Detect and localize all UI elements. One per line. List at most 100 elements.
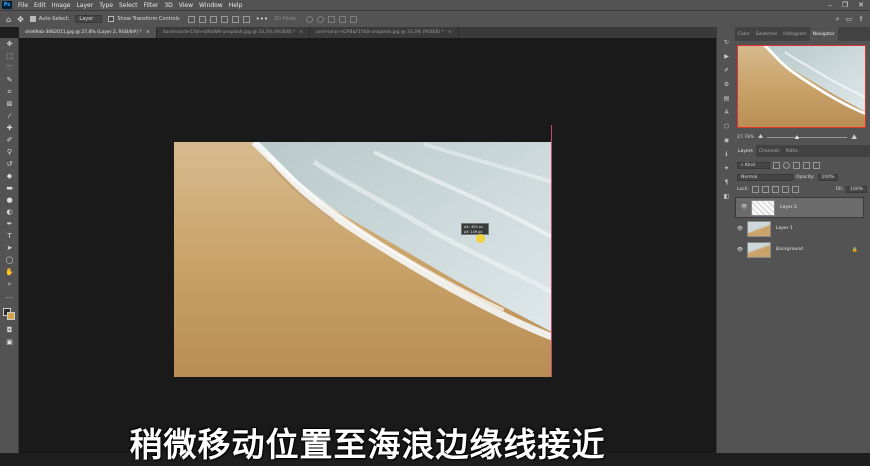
more-options-icon[interactable]: •••: [256, 15, 268, 23]
menu-help[interactable]: Help: [226, 2, 246, 9]
tab-close-icon[interactable]: ×: [448, 30, 452, 35]
layer-name[interactable]: Background: [776, 247, 803, 252]
auto-select-target-dropdown[interactable]: Layer: [75, 15, 103, 23]
canvas-area[interactable]: ΔX: 405 px ΔY: 149 px 稍微移动位置至海浪边缘线接近: [19, 38, 716, 464]
align-right-icon[interactable]: [242, 15, 250, 23]
layer-kind-filter[interactable]: ⌕ Kind: [737, 161, 770, 169]
visibility-eye-icon[interactable]: 👁: [735, 226, 745, 232]
move-tool-icon[interactable]: ✥: [5, 40, 14, 49]
3d-slide-icon[interactable]: [338, 15, 346, 23]
quick-select-tool-icon[interactable]: ✎: [5, 76, 14, 85]
lock-artboard-icon[interactable]: [781, 185, 789, 193]
lasso-tool-icon[interactable]: ➰: [5, 64, 14, 73]
filter-adjust-icon[interactable]: [782, 161, 790, 169]
brush-settings-icon[interactable]: ✐: [723, 67, 730, 74]
share-icon[interactable]: ⇪: [858, 15, 864, 24]
navigator-view-box[interactable]: [737, 45, 866, 128]
visibility-eye-icon[interactable]: 👁: [735, 247, 745, 253]
history-brush-icon[interactable]: ↺: [5, 160, 14, 169]
shape-tool-icon[interactable]: ◯: [5, 256, 14, 265]
crop-tool-icon[interactable]: ⌗: [5, 88, 14, 97]
menu-layer[interactable]: Layer: [73, 2, 96, 9]
home-icon[interactable]: ⌂: [6, 15, 11, 24]
menu-file[interactable]: File: [15, 2, 31, 9]
align-bottom-icon[interactable]: [209, 15, 217, 23]
brush-tool-icon[interactable]: ✐: [5, 136, 14, 145]
visibility-eye-icon[interactable]: 👁: [739, 204, 749, 211]
screen-mode-icon[interactable]: ▣: [5, 338, 14, 347]
3d-rotate-icon[interactable]: [305, 15, 313, 23]
zoom-in-icon[interactable]: ⛰: [851, 133, 857, 142]
zoom-value[interactable]: 27.78%: [737, 135, 754, 140]
layer-row-layer-1[interactable]: 👁 Layer 1: [735, 218, 864, 239]
dodge-tool-icon[interactable]: ◐: [5, 208, 14, 217]
fill-field[interactable]: 100%: [846, 185, 867, 193]
hand-tool-icon[interactable]: ✋: [5, 268, 14, 277]
search-icon[interactable]: ⌕: [836, 15, 840, 24]
filter-shape-icon[interactable]: [802, 161, 810, 169]
pen-tool-icon[interactable]: ✒: [5, 220, 14, 229]
info-icon[interactable]: ℹ: [723, 151, 730, 158]
tab-close-icon[interactable]: ×: [146, 30, 150, 35]
eraser-tool-icon[interactable]: ◆: [5, 172, 14, 181]
filter-type-icon[interactable]: [792, 161, 800, 169]
lock-transparency-icon[interactable]: [751, 185, 759, 193]
menu-type[interactable]: Type: [96, 2, 116, 9]
zoom-slider-handle[interactable]: [795, 134, 800, 139]
layer-name[interactable]: Layer 2: [780, 204, 797, 211]
tab-layers[interactable]: Layers: [735, 145, 756, 157]
lock-position-icon[interactable]: [771, 185, 779, 193]
align-top-icon[interactable]: [187, 15, 195, 23]
tab-close-icon[interactable]: ×: [299, 30, 303, 35]
opacity-field[interactable]: 100%: [817, 173, 839, 181]
blend-mode-dropdown[interactable]: Normal: [737, 173, 793, 181]
paragraph-icon[interactable]: ¶: [723, 179, 730, 186]
menu-image[interactable]: Image: [49, 2, 74, 9]
align-middle-icon[interactable]: [198, 15, 206, 23]
menu-3d[interactable]: 3D: [161, 2, 175, 9]
zoom-slider[interactable]: [767, 134, 848, 139]
clone-stamp-icon[interactable]: ⚲: [5, 148, 14, 157]
move-tool-icon[interactable]: ✥: [17, 15, 24, 24]
transform-controls-checkbox[interactable]: [108, 16, 115, 22]
menu-window[interactable]: Window: [196, 2, 226, 9]
auto-select-checkbox[interactable]: [29, 16, 36, 22]
zoom-tool-icon[interactable]: ⌕: [5, 280, 14, 289]
layer-row-layer-2[interactable]: 👁 Layer 2: [735, 197, 864, 218]
tab-jonh-tanyr-jpg[interactable]: jonh-tanyr-xGPBqF1Yb0-unsplash.jpg @ 33,…: [310, 27, 459, 38]
3d-scale-icon[interactable]: [349, 15, 357, 23]
minimize-button[interactable]: –: [828, 1, 832, 9]
tab-paths[interactable]: Paths: [783, 145, 801, 157]
zoom-out-icon[interactable]: ⛰: [758, 133, 763, 141]
quick-mask-icon[interactable]: ◘: [5, 326, 14, 335]
blur-tool-icon[interactable]: ●: [5, 196, 14, 205]
path-select-icon[interactable]: ➤: [5, 244, 14, 253]
align-center-icon[interactable]: [231, 15, 239, 23]
menu-filter[interactable]: Filter: [141, 2, 162, 9]
filter-pixel-icon[interactable]: [772, 161, 780, 169]
tab-navigator[interactable]: Navigator: [809, 27, 838, 41]
align-left-icon[interactable]: [220, 15, 228, 23]
transform-controls-option[interactable]: Show Transform Controls: [108, 16, 180, 22]
tab-swatches[interactable]: Swatches: [753, 27, 781, 41]
menu-edit[interactable]: Edit: [31, 2, 49, 9]
layer-row-background[interactable]: 👁 Background 🔒: [735, 239, 864, 260]
menu-view[interactable]: View: [176, 2, 196, 9]
menu-select[interactable]: Select: [116, 2, 141, 9]
color-wheel-icon[interactable]: ◉: [723, 137, 730, 144]
eyedropper-tool-icon[interactable]: ⁄: [5, 112, 14, 121]
navigator-thumbnail[interactable]: [737, 45, 866, 128]
background-color-swatch[interactable]: [7, 312, 15, 320]
gradient-tool-icon[interactable]: ▬: [5, 184, 14, 193]
properties-icon[interactable]: ▤: [723, 95, 730, 102]
adjust-icon[interactable]: ⚙: [723, 81, 730, 88]
type-tool-icon[interactable]: T: [5, 232, 14, 241]
glyphs-icon[interactable]: A: [723, 109, 730, 116]
layer-name[interactable]: Layer 1: [776, 226, 793, 231]
tab-histogram[interactable]: Histogram: [780, 27, 809, 41]
frame-tool-icon[interactable]: ⊠: [5, 100, 14, 109]
tab-shell-jpg[interactable]: shell9ab-3062011.jpg @ 27,8% (Layer 2, R…: [19, 27, 157, 38]
3d-pan-icon[interactable]: [327, 15, 335, 23]
maximize-button[interactable]: ❐: [842, 1, 848, 9]
styles-icon[interactable]: ◧: [723, 193, 730, 200]
